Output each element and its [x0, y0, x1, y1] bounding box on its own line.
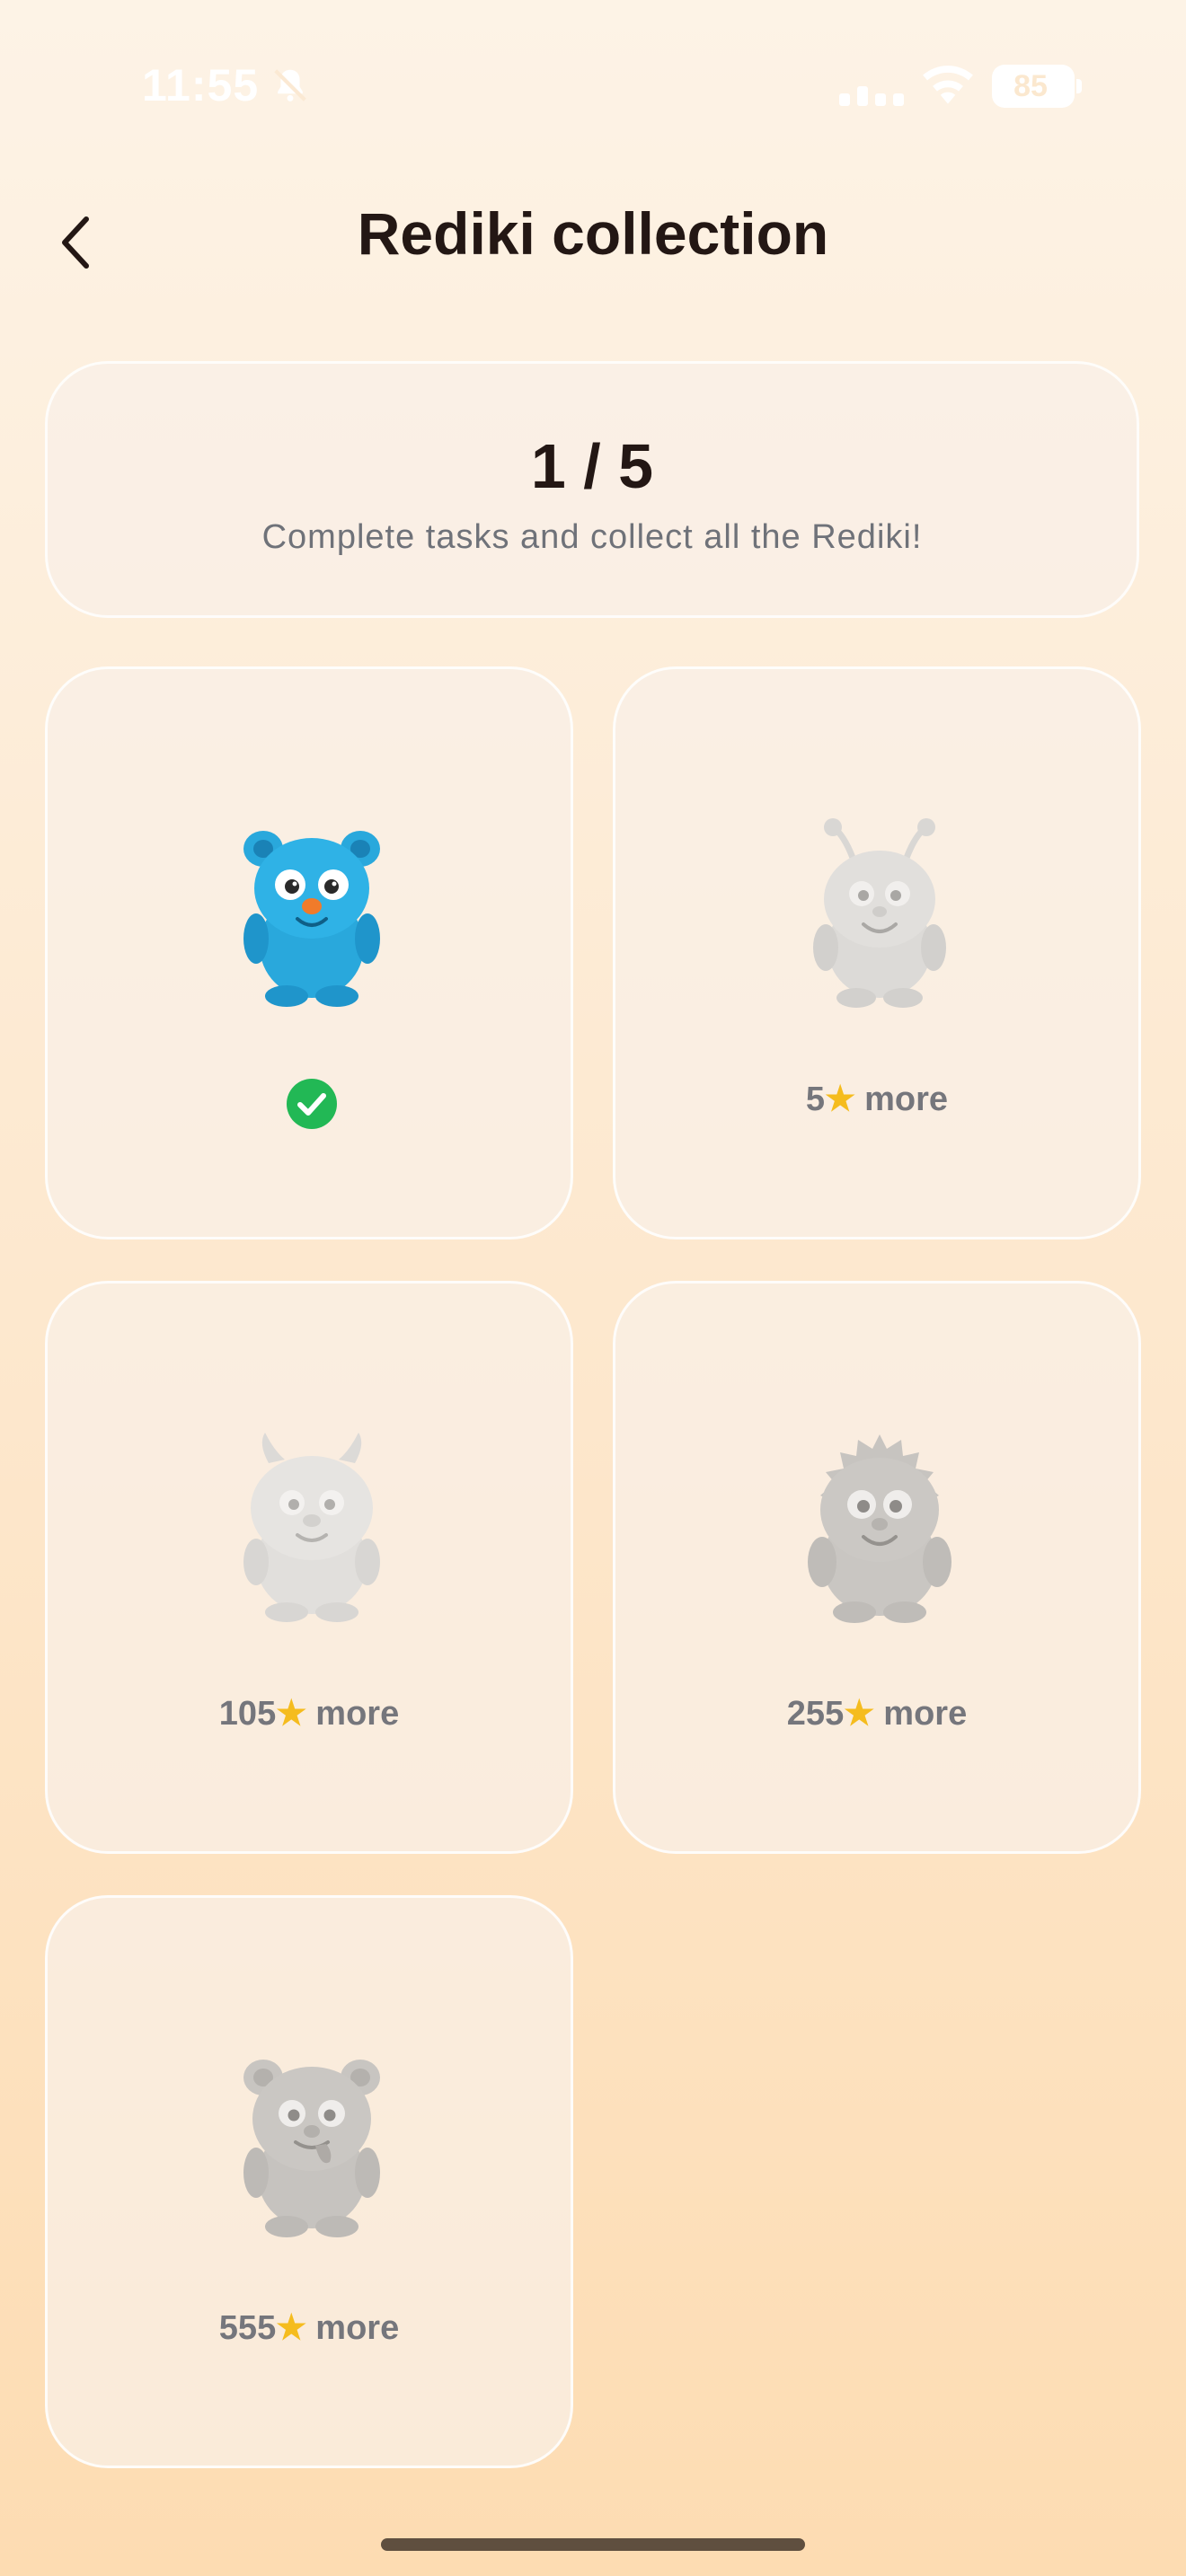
cost-amount: 5 — [805, 1081, 826, 1118]
cost-unit: more — [315, 2309, 400, 2347]
rediki-fuzzy-locked — [808, 1434, 951, 1623]
status-bar: 11:55 85 — [0, 0, 1186, 171]
rediki-card-5[interactable]: 555★ more — [45, 1895, 573, 2468]
check-circle-icon — [287, 1079, 337, 1129]
star-icon: ★ — [844, 1695, 875, 1733]
star-icon: ★ — [276, 1695, 307, 1733]
star-icon: ★ — [276, 2309, 307, 2347]
cost-unit: more — [864, 1081, 949, 1118]
wifi-icon — [923, 66, 973, 104]
rediki-tongue-bear-locked — [243, 2060, 380, 2237]
bell-muted-icon — [274, 69, 306, 101]
summary-card: 1 / 5 Complete tasks and collect all the… — [45, 361, 1139, 618]
cost-amount: 555 — [218, 2309, 277, 2347]
battery-tip — [1076, 79, 1082, 93]
home-indicator[interactable] — [381, 2538, 805, 2551]
rediki-antenna-locked — [813, 818, 946, 1008]
status-time: 11:55 — [142, 60, 260, 110]
cost-unit: more — [315, 1695, 400, 1733]
cost-label: 105★ more — [48, 1693, 571, 1734]
rediki-card-3[interactable]: 105★ more — [45, 1281, 573, 1854]
battery-level: 85 — [1013, 69, 1048, 103]
rediki-card-4[interactable]: 255★ more — [613, 1281, 1141, 1854]
star-icon: ★ — [825, 1081, 856, 1118]
rediki-card-1[interactable] — [45, 666, 573, 1239]
cost-unit: more — [883, 1695, 968, 1733]
rediki-card-2[interactable]: 5★ more — [613, 666, 1141, 1239]
collection-subtitle: Complete tasks and collect all the Redik… — [261, 518, 923, 556]
rediki-horned-locked — [243, 1433, 380, 1622]
cost-label: 255★ more — [615, 1693, 1138, 1734]
page-title: Rediki collection — [357, 200, 829, 267]
collection-progress: 1 / 5 — [530, 431, 654, 501]
cost-amount: 105 — [218, 1695, 277, 1733]
battery-indicator: 85 — [992, 65, 1082, 108]
rediki-bear-blue — [243, 831, 380, 1007]
cost-label: 555★ more — [48, 2307, 571, 2348]
cost-label: 5★ more — [615, 1079, 1138, 1119]
cost-amount: 255 — [786, 1695, 845, 1733]
cellular-signal-icon — [839, 86, 904, 106]
